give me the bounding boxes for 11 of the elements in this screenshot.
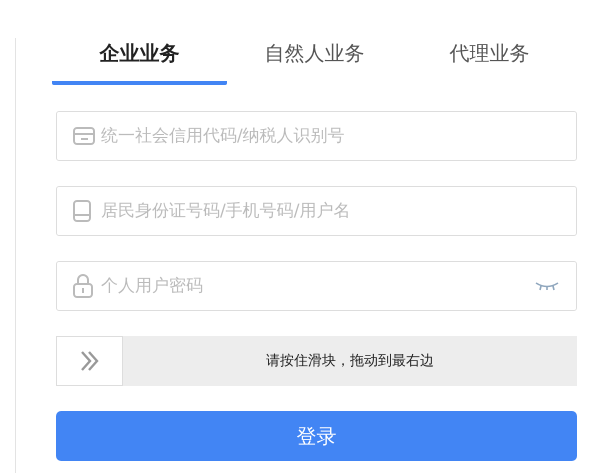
tab[interactable]: 企业业务 [52, 38, 227, 85]
login-button[interactable]: 登录 [56, 411, 577, 461]
tab[interactable]: 自然人业务 [227, 38, 402, 85]
input-field[interactable]: 居民身份证号码/手机号码/用户名 [56, 186, 577, 236]
slider-handle[interactable] [56, 336, 123, 386]
slider-hint: 请按住滑块，拖动到最右边 [266, 352, 434, 370]
double-chevron-icon [80, 350, 100, 372]
input-field[interactable]: 个人用户密码 [56, 261, 577, 311]
input-field[interactable]: 统一社会信用代码/纳税人识别号 [56, 111, 577, 161]
tab[interactable]: 代理业务 [402, 38, 577, 85]
closed-eye-icon[interactable] [535, 281, 559, 291]
